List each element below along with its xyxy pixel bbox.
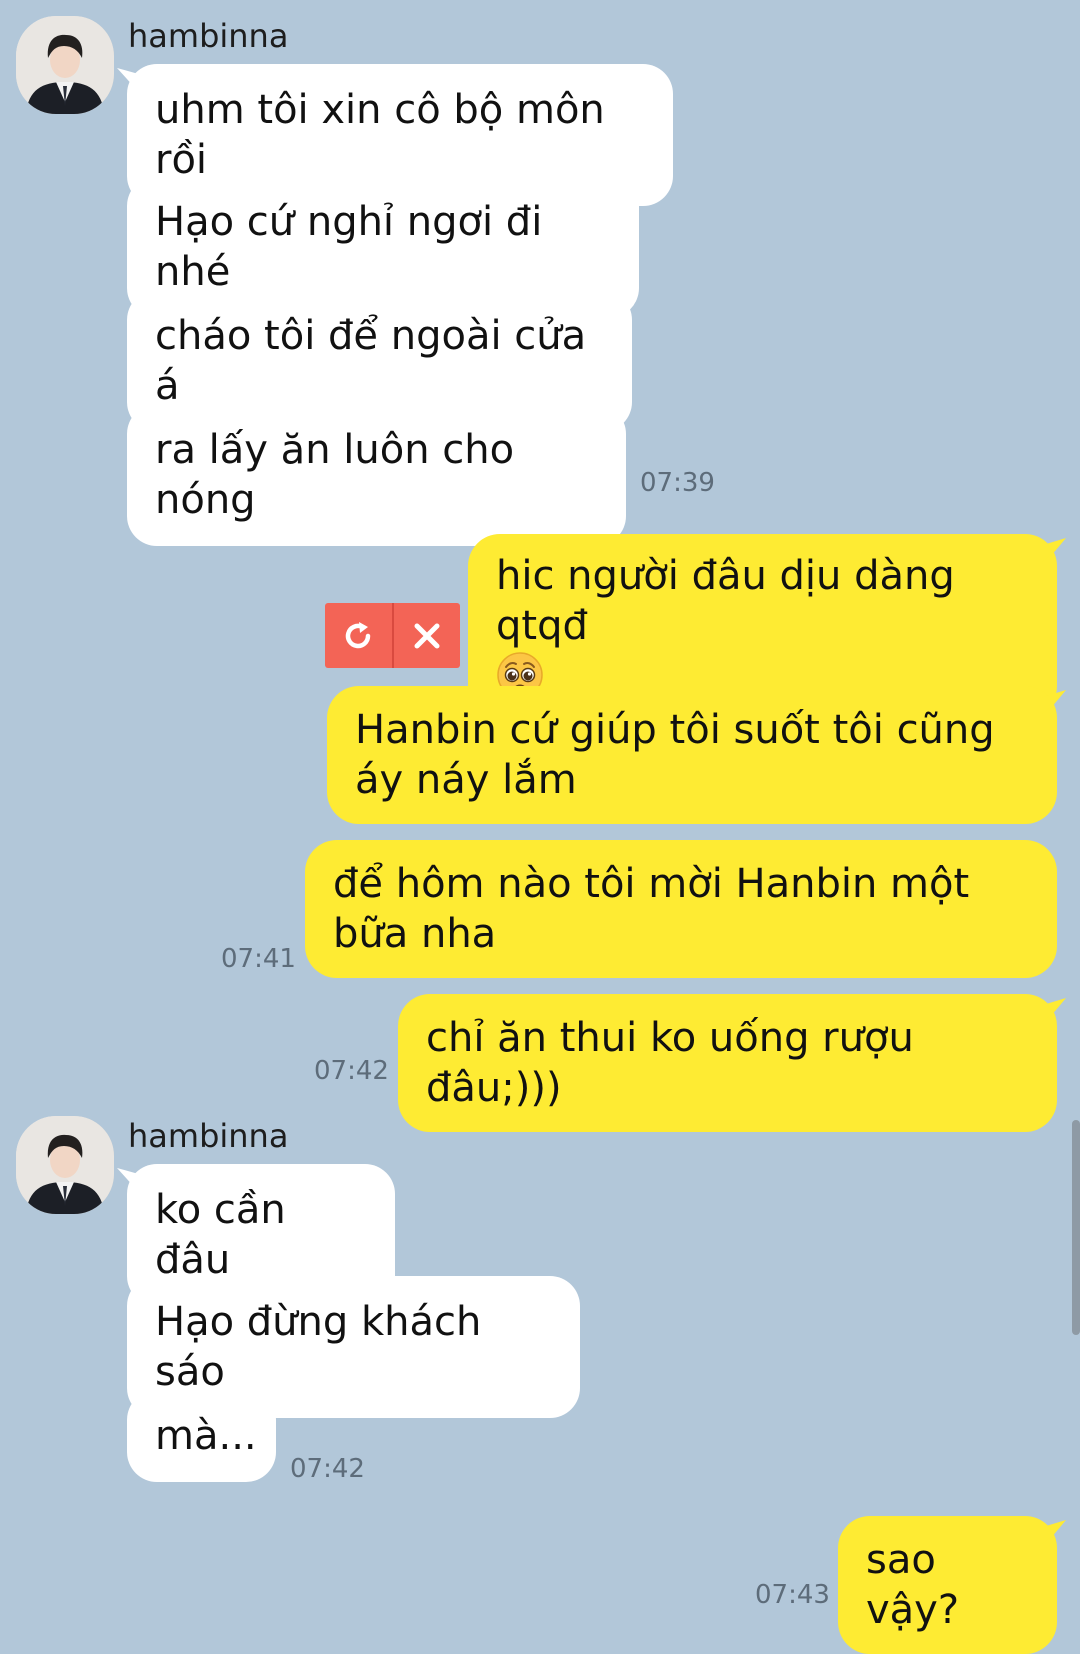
avatar[interactable] [16,1116,114,1214]
message-time: 07:43 [755,1580,830,1610]
outgoing-message[interactable]: để hôm nào tôi mời Hanbin một bữa nha [305,840,1057,978]
delete-button[interactable] [394,603,461,668]
avatar[interactable] [16,16,114,114]
close-icon [414,623,440,648]
message-time: 07:41 [221,944,296,974]
outgoing-message[interactable]: sao vậy? [838,1516,1057,1654]
outgoing-message[interactable]: Hanbin cứ giúp tôi suốt tôi cũng áy náy … [327,686,1057,824]
message-text: cháo tôi để ngoài cửa á [155,313,587,409]
message-text: chỉ ăn thui ko uống rượu đâu;))) [426,1015,914,1111]
sender-name: hambinna [128,17,289,55]
retry-button[interactable] [325,603,392,668]
incoming-message[interactable]: ra lấy ăn luôn cho nóng [127,404,626,546]
message-text: để hôm nào tôi mời Hanbin một bữa nha [333,861,970,957]
sender-name: hambinna [128,1117,289,1155]
failed-message-actions [325,603,460,668]
message-text: ra lấy ăn luôn cho nóng [155,427,515,523]
message-text: sao vậy? [866,1537,960,1633]
message-time: 07:39 [640,468,715,498]
message-time: 07:42 [290,1454,365,1484]
message-text: uhm tôi xin cô bộ môn rồi [155,87,605,183]
message-text: hic người đâu dịu dàng qtqđ [496,553,955,649]
message-text: Hanbin cứ giúp tôi suốt tôi cũng áy náy … [355,707,995,803]
message-text: mà... [155,1413,257,1459]
outgoing-message[interactable]: chỉ ăn thui ko uống rượu đâu;))) [398,994,1057,1132]
scrollbar[interactable] [1072,1120,1080,1335]
incoming-message[interactable]: mà... [127,1390,276,1482]
chat-screen: { "colors": { "background": "#b2c7d9", "… [0,0,1080,1654]
message-text: Hạo cứ nghỉ ngơi đi nhé [155,199,543,295]
message-text: Hạo đừng khách sáo [155,1299,482,1395]
message-text: ko cần đâu [155,1187,286,1283]
retry-icon [346,621,371,648]
message-time: 07:42 [314,1056,389,1086]
